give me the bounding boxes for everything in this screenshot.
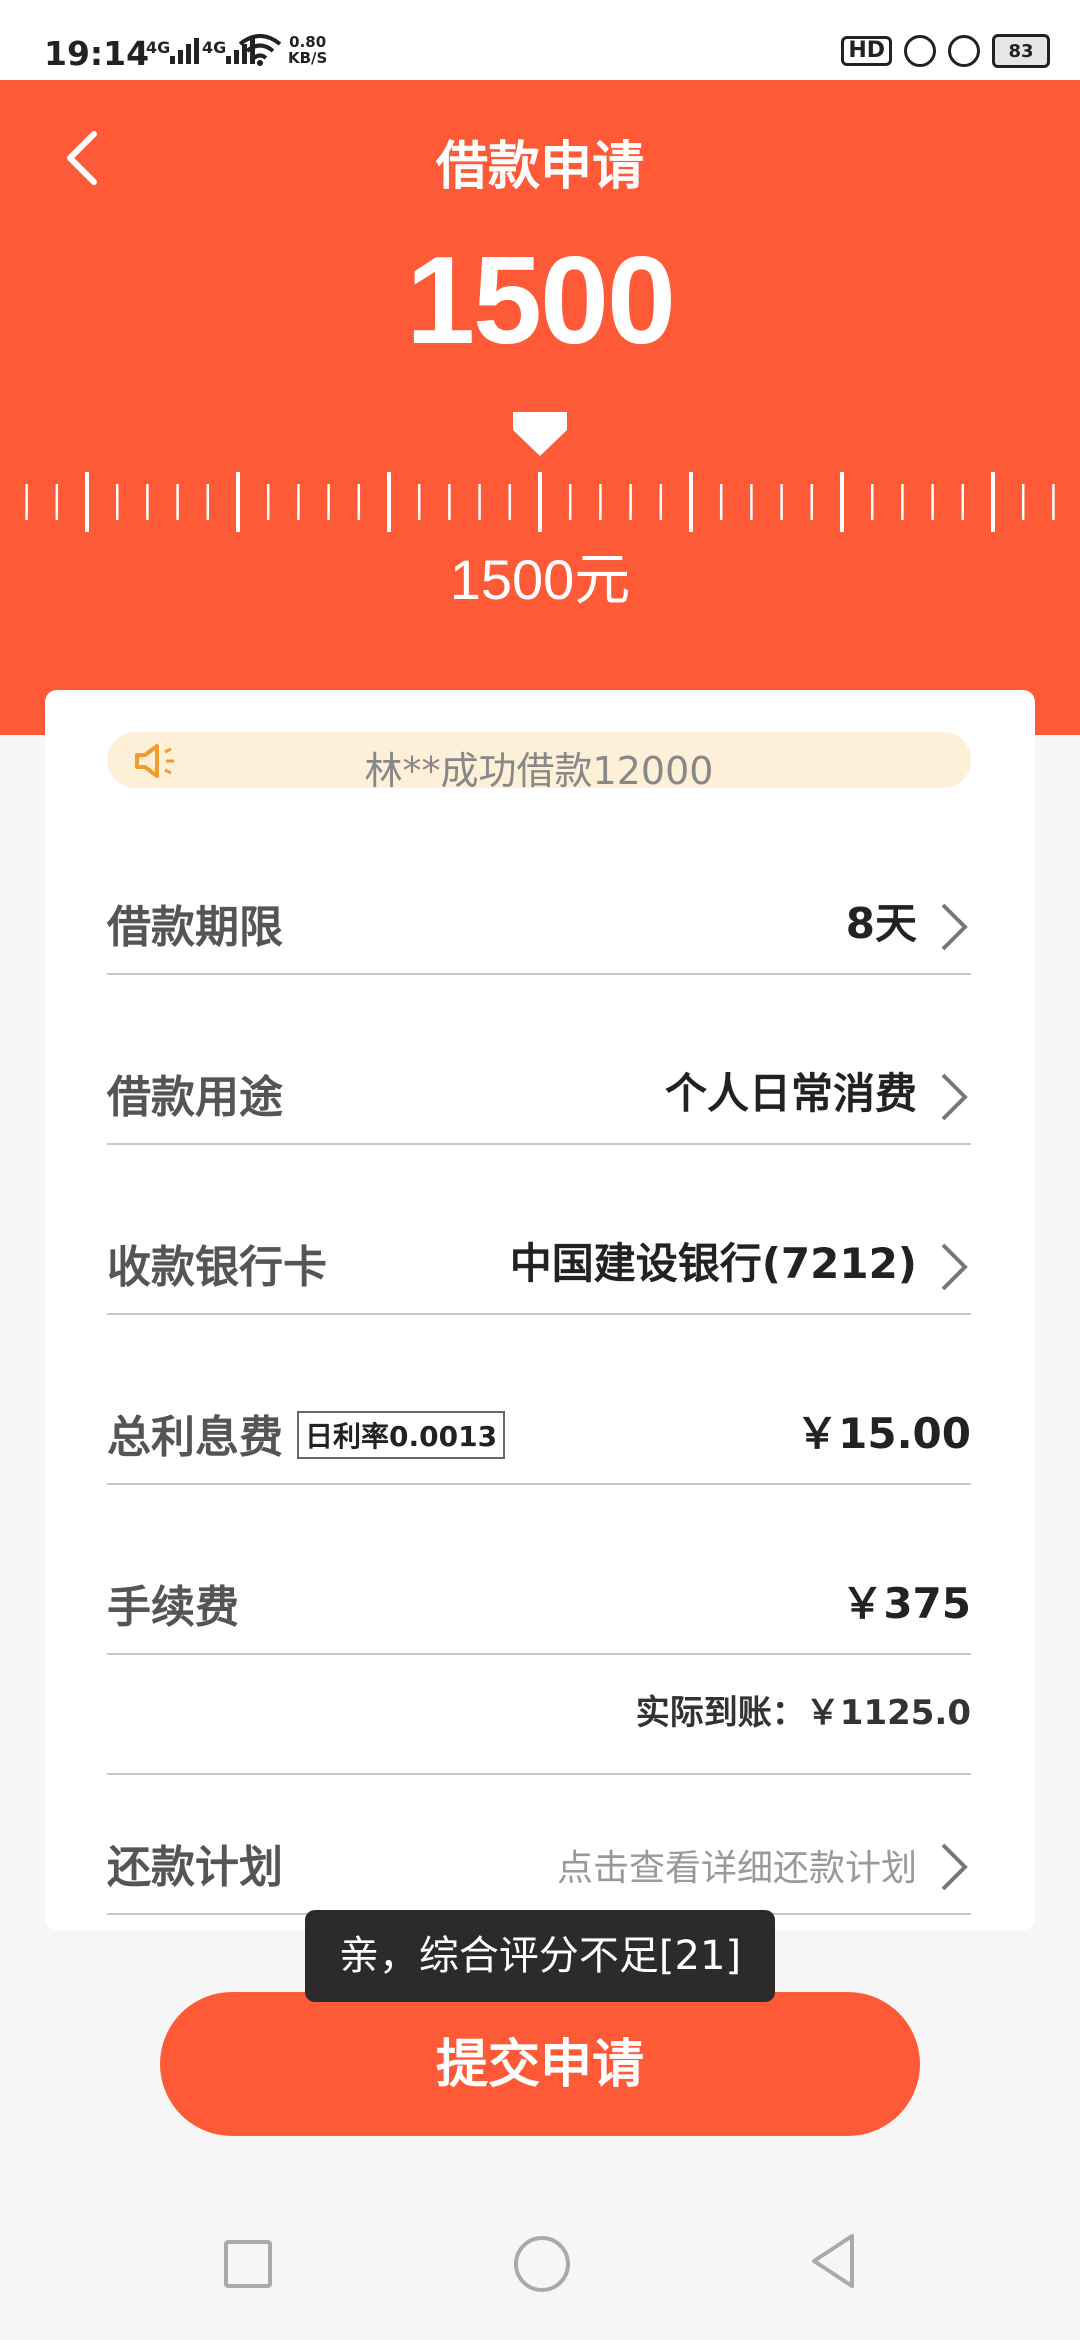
handling-fee-label: 手续费: [107, 1582, 239, 1633]
loan-purpose-label: 借款用途: [107, 1072, 283, 1123]
status-right-icons: HD 83: [841, 34, 1050, 68]
selected-amount-label: 1500元: [449, 548, 631, 611]
repayment-plan-link[interactable]: 点击查看详细还款计划: [557, 1839, 917, 1891]
row-bank-card[interactable]: 收款银行卡 中国建设银行(7212): [107, 1145, 971, 1315]
wifi-icon: [238, 34, 282, 66]
speed-value: 0.80: [289, 33, 327, 51]
loan-details-card: 林**成功借款12000 借款期限 8天 借款用途 个人日常消费 收款银行卡 中…: [45, 690, 1035, 1930]
back-triangle-icon[interactable]: [808, 2232, 858, 2290]
status-bar: 19:14 4G 4G 0.80 KB/S HD 83: [0, 0, 1080, 80]
home-circle-icon[interactable]: [514, 2236, 570, 2292]
hd-icon: HD: [841, 36, 892, 66]
signal-bars-1-icon: [170, 36, 199, 64]
bank-card-value: 中国建设银行(7212): [509, 1239, 917, 1288]
actual-received-text: 实际到账：￥1125.0: [635, 1693, 971, 1733]
recent-apps-square-icon[interactable]: [224, 2240, 272, 2288]
page-title: 借款申请: [435, 137, 644, 197]
row-loan-term[interactable]: 借款期限 8天: [107, 805, 971, 975]
row-actual-received: 实际到账：￥1125.0: [107, 1655, 971, 1775]
amount-slider-ruler[interactable]: [0, 470, 1080, 540]
notice-text: 林**成功借款12000: [364, 749, 714, 793]
handling-fee-value: ￥375: [841, 1579, 971, 1628]
row-loan-purpose[interactable]: 借款用途 个人日常消费: [107, 975, 971, 1145]
loan-amount-display: 1500: [406, 232, 676, 370]
toast-message: 亲，综合评分不足[21]: [305, 1910, 775, 2002]
network-speed: 0.80 KB/S: [288, 34, 327, 66]
loan-term-label: 借款期限: [107, 902, 283, 953]
loan-term-value: 8天: [845, 899, 917, 948]
daily-rate-badge: 日利率0.0013: [297, 1411, 506, 1459]
chevron-right-icon: [941, 903, 968, 951]
row-total-interest: 总利息费 日利率0.0013 ￥15.00: [107, 1315, 971, 1485]
repayment-plan-label: 还款计划: [107, 1842, 283, 1893]
rotation-lock-icon: [904, 35, 936, 67]
header: 借款申请 1500 1500元: [0, 80, 1080, 735]
total-interest-label: 总利息费: [107, 1412, 283, 1463]
submit-application-button[interactable]: 提交申请: [160, 1992, 920, 2136]
notice-banner: 林**成功借款12000: [107, 732, 971, 793]
row-handling-fee: 手续费 ￥375: [107, 1485, 971, 1655]
chevron-right-icon: [941, 1243, 968, 1291]
system-nav-bar: [0, 2190, 1080, 2340]
chevron-right-icon: [941, 1843, 968, 1891]
signal-type-1: 4G: [146, 38, 171, 57]
slider-pointer-icon: [513, 412, 567, 456]
signal-type-2: 4G: [202, 38, 227, 57]
loan-purpose-value: 个人日常消费: [664, 1069, 917, 1118]
battery-icon: 83: [992, 34, 1050, 68]
status-time: 19:14: [44, 34, 150, 73]
total-interest-value: ￥15.00: [796, 1409, 971, 1458]
chevron-right-icon: [941, 1073, 968, 1121]
alarm-icon: [948, 35, 980, 67]
speed-unit: KB/S: [288, 49, 328, 67]
bank-card-label: 收款银行卡: [107, 1242, 327, 1293]
row-repayment-plan[interactable]: 还款计划 点击查看详细还款计划: [107, 1775, 971, 1915]
